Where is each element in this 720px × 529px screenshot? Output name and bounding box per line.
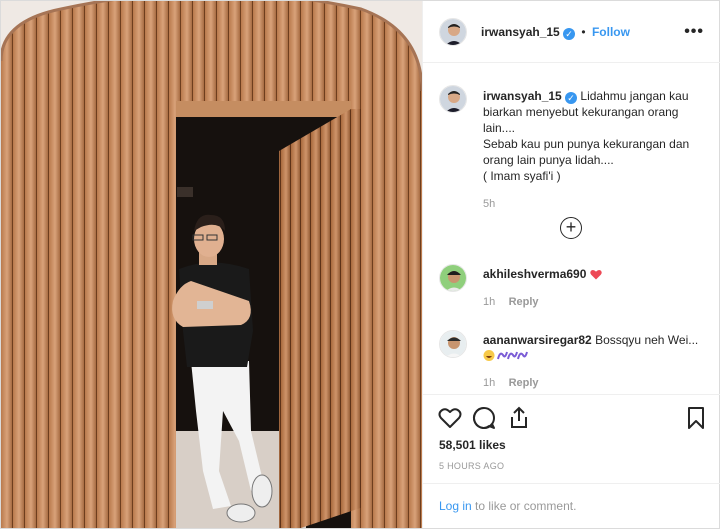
bookmark-icon[interactable] [683,405,709,431]
post-header: irwansyah_15 ✓ • Follow ••• [423,1,720,63]
caption-line: biarkan menyebut kekurangan orang [483,105,679,119]
post-actions: 58,501 likes 5 HOURS AGO Log in to like … [423,394,720,529]
heart-emoji-icon [590,268,602,284]
caption-time: 5h [483,198,496,210]
avatar-image [440,19,466,45]
laugh-and-waves-emoji-icon [483,349,535,366]
comment-time: 1h [483,296,496,308]
verified-badge-icon: ✓ [563,28,576,40]
follow-button[interactable]: Follow [592,25,630,39]
verified-badge-icon: ✓ [565,92,578,104]
caption-username[interactable]: irwansyah_15 [483,89,562,103]
photo-image [1,1,422,528]
commenter-avatar[interactable] [439,264,467,292]
share-icon[interactable] [506,405,532,431]
comment-username[interactable]: akhileshverma690 [483,267,586,281]
avatar-image [440,265,466,291]
caption-line: lain.... [483,121,516,135]
login-prompt: Log in to like or comment. [423,483,720,529]
author-avatar[interactable] [439,18,467,46]
author-username[interactable]: irwansyah_15 [481,25,560,39]
post-sidebar: irwansyah_15 ✓ • Follow ••• irwansyah_15… [422,1,720,529]
header-separator: • [581,25,586,39]
login-text: to like or comment. [471,499,577,513]
more-options-icon[interactable]: ••• [684,23,704,41]
caption: irwansyah_15 ✓ Lidahmu jangan kau biarka… [483,88,703,212]
avatar-image [440,331,466,357]
post-photo[interactable] [1,1,422,528]
comments-list[interactable]: irwansyah_15 ✓ Lidahmu jangan kau biarka… [423,64,720,394]
caption-line: Lidahmu jangan kau [580,89,689,103]
reply-button[interactable]: Reply [509,296,539,308]
reply-button[interactable]: Reply [509,377,539,389]
caption-line: orang lain punya lidah.... [483,153,614,167]
caption-line: Sebab kau pun punya kekurangan dan [483,137,690,151]
comment-text: Bossqyu neh Wei... [595,333,699,347]
comment-time: 1h [483,377,496,389]
post-time: 5 HOURS AGO [439,461,505,471]
commenter-avatar[interactable] [439,330,467,358]
caption-author-avatar[interactable] [439,85,467,113]
plus-circle-icon[interactable]: + [560,217,582,239]
avatar-image [440,86,466,112]
comment-username[interactable]: aananwarsiregar82 [483,333,592,347]
login-link[interactable]: Log in [439,499,472,513]
likes-count[interactable]: 58,501 likes [439,438,506,452]
heart-icon[interactable] [437,405,463,431]
comment-icon[interactable] [471,405,497,431]
caption-line: ( Imam syafi'i ) [483,169,561,183]
